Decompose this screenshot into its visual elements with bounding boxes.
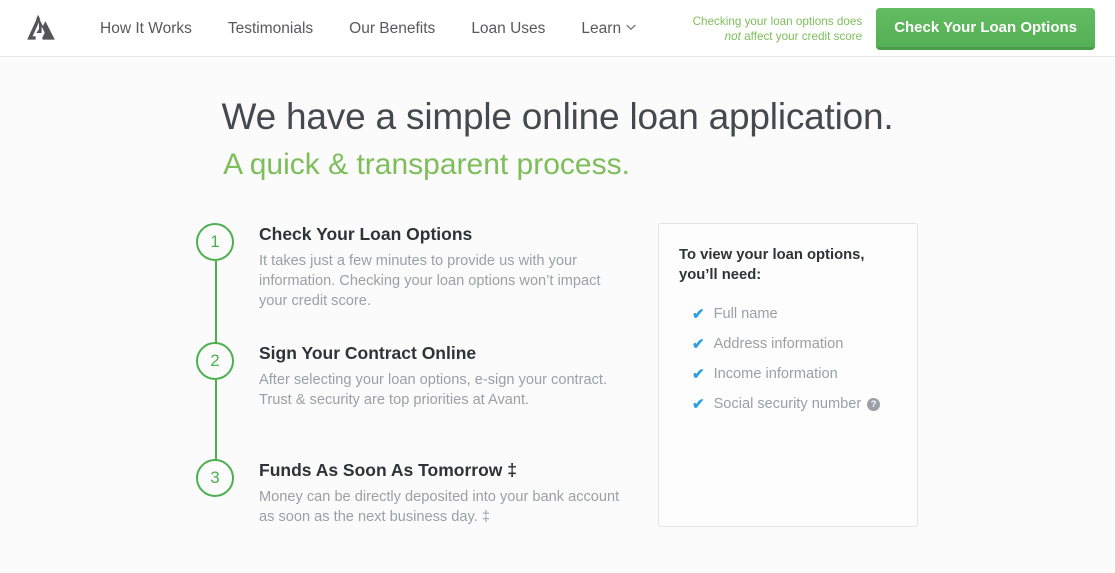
step-body: Funds As Soon As Tomorrow ‡ Money can be…: [238, 459, 626, 527]
steps-list: 1 Check Your Loan Options It takes just …: [196, 223, 626, 527]
nav-link-how-it-works[interactable]: How It Works: [82, 0, 210, 57]
page-subtitle: A quick & transparent process.: [223, 148, 630, 182]
nav-right-group: Checking your loan options does not affe…: [693, 0, 1095, 57]
step-item: 3 Funds As Soon As Tomorrow ‡ Money can …: [196, 459, 626, 527]
step-number-badge: 1: [196, 223, 234, 262]
step-number-badge: 2: [196, 342, 234, 381]
requirement-label: Address information: [713, 336, 844, 353]
page-content: We have a simple online loan application…: [0, 57, 1115, 528]
list-item: ✔ Full name: [692, 299, 897, 329]
chevron-down-icon: [626, 0, 636, 55]
step-connector-line: [215, 261, 217, 348]
step-title: Sign Your Contract Online: [259, 343, 477, 364]
check-icon: ✔: [692, 305, 705, 323]
nav-link-learn-label: Learn: [581, 19, 622, 37]
step-marker: 1: [196, 223, 238, 348]
nav-item-loan-uses[interactable]: Loan Uses: [453, 0, 563, 57]
check-icon: ✔: [692, 395, 705, 413]
list-item: ✔ Social security number ?: [692, 389, 897, 419]
nav-link-learn[interactable]: Learn: [563, 0, 654, 57]
step-description: After selecting your loan options, e-sig…: [259, 372, 607, 409]
page-title: We have a simple online loan application…: [221, 96, 894, 137]
step-number-badge: 3: [196, 459, 234, 498]
list-item: ✔ Address information: [692, 329, 897, 359]
nav-link-list: How It Works Testimonials Our Benefits L…: [82, 0, 654, 57]
requirement-label: Full name: [713, 306, 778, 323]
main-columns: 1 Check Your Loan Options It takes just …: [0, 223, 1115, 528]
help-circle-icon[interactable]: ?: [867, 397, 881, 411]
disclaimer-line-2: not affect your credit score: [693, 29, 863, 44]
step-body: Sign Your Contract Online After selectin…: [238, 342, 626, 410]
primary-nav: How It Works Testimonials Our Benefits L…: [82, 0, 654, 57]
nav-item-how-it-works[interactable]: How It Works: [82, 0, 210, 57]
step-marker: 2: [196, 342, 238, 485]
requirement-label: Income information: [713, 366, 838, 383]
top-navigation-bar: How It Works Testimonials Our Benefits L…: [0, 0, 1115, 57]
requirement-label: Social security number: [713, 396, 862, 413]
step-title: Funds As Soon As Tomorrow ‡: [259, 460, 517, 481]
nav-link-testimonials[interactable]: Testimonials: [210, 0, 331, 57]
requirements-list: ✔ Full name ✔ Address information ✔ Inco…: [679, 299, 897, 419]
requirements-card-title: To view your loan options, you’ll need:: [679, 247, 865, 284]
step-description: It takes just a few minutes to provide u…: [259, 253, 601, 310]
disclaimer-emphasis: not: [724, 29, 741, 43]
disclaimer-line-2-rest: affect your credit score: [740, 29, 863, 43]
nav-link-our-benefits[interactable]: Our Benefits: [331, 0, 453, 57]
check-loan-options-button[interactable]: Check Your Loan Options: [876, 7, 1095, 50]
step-marker: 3: [196, 459, 238, 527]
avant-logo-glyph: [27, 14, 55, 40]
check-icon: ✔: [692, 335, 705, 353]
step-title: Check Your Loan Options: [259, 224, 473, 245]
check-icon: ✔: [692, 365, 705, 383]
step-item: 1 Check Your Loan Options It takes just …: [196, 223, 626, 348]
disclaimer-line-1: Checking your loan options does: [692, 14, 863, 28]
step-body: Check Your Loan Options It takes just a …: [238, 223, 626, 311]
step-description: Money can be directly deposited into you…: [259, 489, 620, 526]
requirements-card: To view your loan options, you’ll need: …: [658, 223, 918, 528]
credit-score-disclaimer: Checking your loan options does not affe…: [693, 14, 863, 44]
nav-link-loan-uses[interactable]: Loan Uses: [453, 0, 563, 57]
avant-logo-icon[interactable]: [24, 11, 58, 45]
nav-item-testimonials[interactable]: Testimonials: [210, 0, 331, 57]
hero-section: We have a simple online loan application…: [0, 95, 1115, 183]
list-item: ✔ Income information: [692, 359, 897, 389]
step-item: 2 Sign Your Contract Online After select…: [196, 342, 626, 485]
nav-item-our-benefits[interactable]: Our Benefits: [331, 0, 453, 57]
nav-item-learn[interactable]: Learn: [563, 0, 654, 57]
